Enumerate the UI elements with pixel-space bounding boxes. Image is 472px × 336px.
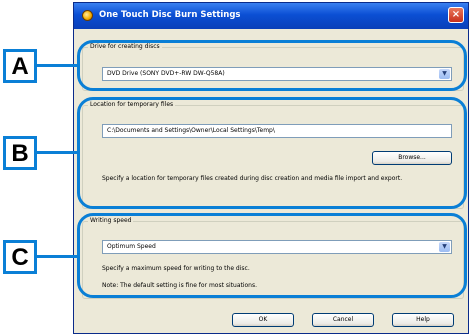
callout-label-a: A xyxy=(3,49,37,83)
callout-outline-a xyxy=(77,40,467,91)
callout-label-c: C xyxy=(3,240,37,274)
cancel-button[interactable]: Cancel xyxy=(312,313,374,327)
ok-button[interactable]: OK xyxy=(232,313,294,327)
callout-outline-b xyxy=(77,97,467,209)
callout-connector-c xyxy=(37,255,78,258)
title-bar[interactable]: One Touch Disc Burn Settings × xyxy=(74,3,468,29)
disc-burn-icon xyxy=(82,10,93,21)
callout-label-b: B xyxy=(3,136,37,170)
callout-outline-c xyxy=(77,213,467,298)
dialog-title: One Touch Disc Burn Settings xyxy=(99,10,241,20)
callout-connector-b xyxy=(37,151,78,154)
help-button[interactable]: Help xyxy=(392,313,454,327)
close-button[interactable]: × xyxy=(448,7,464,23)
callout-connector-a xyxy=(37,64,78,67)
